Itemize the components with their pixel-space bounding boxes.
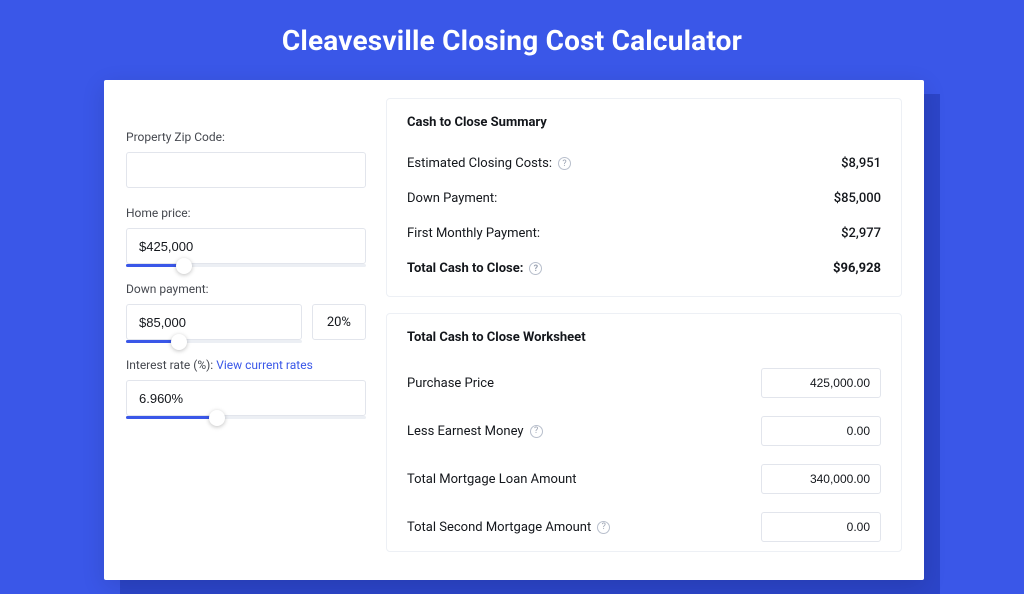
down-payment-field: Down payment: 20% (126, 282, 366, 340)
home-price-label: Home price: (126, 206, 366, 220)
help-icon[interactable]: ? (529, 262, 542, 275)
page-title: Cleavesville Closing Cost Calculator (0, 0, 1024, 77)
interest-rate-slider[interactable] (126, 380, 366, 416)
interest-rate-label: Interest rate (%): View current rates (126, 358, 366, 372)
help-icon[interactable]: ? (558, 157, 571, 170)
interest-rate-input[interactable] (126, 380, 366, 416)
slider-fill (126, 416, 217, 419)
worksheet-row: Total Second Mortgage Amount ? (407, 503, 881, 551)
help-icon[interactable]: ? (597, 521, 610, 534)
summary-panel: Cash to Close Summary Estimated Closing … (386, 98, 902, 297)
zip-field: Property Zip Code: (126, 130, 366, 188)
home-price-slider[interactable] (126, 228, 366, 264)
summary-row-label: Down Payment: (407, 191, 497, 206)
worksheet-row: Total Mortgage Loan Amount (407, 455, 881, 503)
results-column: Cash to Close Summary Estimated Closing … (386, 98, 902, 580)
inputs-column: Property Zip Code: Home price: Down paym… (126, 98, 366, 580)
worksheet-title: Total Cash to Close Worksheet (407, 330, 881, 345)
mortgage-loan-input[interactable] (761, 464, 881, 494)
zip-input[interactable] (126, 152, 366, 188)
down-payment-slider[interactable] (126, 304, 302, 340)
summary-row-value: $8,951 (841, 156, 881, 171)
summary-row: First Monthly Payment: $2,977 (407, 216, 881, 251)
interest-rate-field: Interest rate (%): View current rates (126, 358, 366, 416)
home-price-field: Home price: (126, 206, 366, 264)
summary-row-label: Estimated Closing Costs: (407, 156, 552, 171)
purchase-price-input[interactable] (761, 368, 881, 398)
worksheet-row-label: Less Earnest Money (407, 424, 524, 439)
summary-row-value: $2,977 (841, 226, 881, 241)
worksheet-row-label: Total Second Mortgage Amount (407, 520, 591, 535)
earnest-money-input[interactable] (761, 416, 881, 446)
worksheet-row: Purchase Price (407, 359, 881, 407)
summary-row: Estimated Closing Costs: ? $8,951 (407, 146, 881, 181)
down-payment-label: Down payment: (126, 282, 366, 296)
help-icon[interactable]: ? (530, 425, 543, 438)
summary-total-value: $96,928 (833, 261, 881, 276)
summary-row: Down Payment: $85,000 (407, 181, 881, 216)
worksheet-panel: Total Cash to Close Worksheet Purchase P… (386, 313, 902, 552)
home-price-input[interactable] (126, 228, 366, 264)
view-current-rates-link[interactable]: View current rates (216, 358, 313, 372)
summary-row-value: $85,000 (834, 191, 881, 206)
down-payment-input[interactable] (126, 304, 302, 340)
slider-thumb[interactable] (171, 334, 187, 350)
summary-title: Cash to Close Summary (407, 115, 881, 130)
slider-thumb[interactable] (176, 258, 192, 274)
summary-total-label: Total Cash to Close: (407, 261, 523, 276)
down-payment-pct[interactable]: 20% (312, 304, 366, 340)
calculator-card: Property Zip Code: Home price: Down paym… (104, 80, 924, 580)
worksheet-row-label: Purchase Price (407, 376, 494, 391)
slider-thumb[interactable] (209, 410, 225, 426)
second-mortgage-input[interactable] (761, 512, 881, 542)
worksheet-row: Less Earnest Money ? (407, 407, 881, 455)
summary-total-row: Total Cash to Close: ? $96,928 (407, 251, 881, 286)
zip-label: Property Zip Code: (126, 130, 366, 144)
interest-rate-label-text: Interest rate (%): (126, 358, 213, 372)
summary-row-label: First Monthly Payment: (407, 226, 540, 241)
worksheet-row-label: Total Mortgage Loan Amount (407, 472, 577, 487)
